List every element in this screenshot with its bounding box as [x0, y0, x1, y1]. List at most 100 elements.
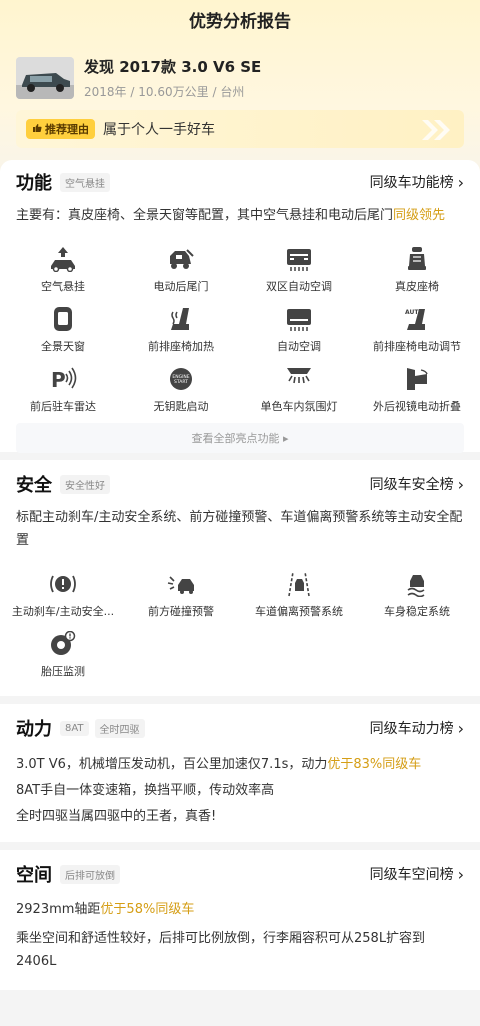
power-tag: 8AT [60, 720, 89, 736]
space-highlight: 优于58%同级车 [100, 902, 195, 917]
section-divider [0, 696, 480, 704]
seat-heating-icon [165, 305, 197, 333]
chevron-right-icon: › [457, 172, 464, 192]
feature-item[interactable]: 车道偏离预警系统 [240, 566, 358, 626]
feature-item[interactable]: ENGINE START 无钥匙启动 [122, 361, 240, 421]
feature-item[interactable]: 胎压监测 [4, 626, 122, 686]
chevron-right-icon: › [457, 718, 464, 738]
power-title: 动力 [16, 719, 52, 740]
svg-text:AUTO: AUTO [405, 309, 424, 316]
safety-rank-link[interactable]: 同级车安全榜 › [370, 474, 464, 494]
power-line: 8AT手自一体变速箱，换挡平顺，传动效率高 [16, 783, 275, 798]
car-year: 2018年 [84, 85, 127, 99]
function-rank-label: 同级车功能榜 [369, 175, 454, 191]
feature-item[interactable]: 前排座椅加热 [122, 301, 240, 361]
feature-item[interactable]: 全景天窗 [4, 301, 122, 361]
car-title: 发现 2017款 3.0 V6 SE [84, 58, 262, 76]
feature-item[interactable]: AUTO 前排座椅电动调节 [358, 301, 476, 361]
function-tag: 空气悬挂 [60, 172, 110, 192]
space-title: 空间 [16, 865, 52, 886]
space-line: 2923mm轴距优于58%同级车 [16, 898, 464, 921]
feature-item[interactable]: 单色车内氛围灯 [240, 361, 358, 421]
feature-label: 主动刹车/主动安全... [11, 605, 115, 618]
power-rank-link[interactable]: 同级车动力榜 › [370, 718, 464, 738]
safety-description: 标配主动刹车/主动安全系统、前方碰撞预警、车道偏离预警系统等主动安全配置 [16, 510, 463, 548]
feature-label: 外后视镜电动折叠 [373, 400, 461, 413]
feature-label: 电动后尾门 [153, 280, 209, 293]
power-tag: 全时四驱 [94, 718, 145, 738]
function-feature-grid: 空气悬挂 电动后尾门 双区自动空调 真皮座椅 全景天窗 前排座椅加热 自动空调 … [0, 241, 480, 421]
feature-item[interactable]: 主动刹车/主动安全... [4, 566, 122, 626]
car-city: 台州 [220, 85, 245, 99]
space-rank-link[interactable]: 同级车空间榜 › [370, 864, 464, 884]
dual-zone-ac-icon [283, 245, 315, 273]
tire-pressure-icon [47, 630, 79, 658]
feature-label: 前方碰撞预警 [148, 605, 214, 618]
section-divider [0, 452, 480, 460]
car-thumbnail [16, 57, 74, 99]
page-title: 优势分析报告 [189, 12, 291, 32]
function-description: 主要有：真皮座椅、全景天窗等配置，其中空气悬挂和电动后尾门同级领先 [0, 204, 480, 227]
keyless-start-icon: ENGINE START [165, 365, 197, 393]
active-brake-icon [47, 570, 79, 598]
power-line: 全时四驱当属四驱中的王者，真香! [16, 809, 217, 824]
feature-item[interactable]: 电动后尾门 [122, 241, 240, 301]
safety-title: 安全 [16, 475, 52, 496]
feature-label: 车道偏离预警系统 [255, 605, 343, 618]
feature-item[interactable]: 前方碰撞预警 [122, 566, 240, 626]
feature-item[interactable]: 空气悬挂 [4, 241, 122, 301]
ambient-light-icon [283, 365, 315, 393]
thumbs-up-icon [32, 123, 42, 136]
meta-separator: / [130, 85, 135, 99]
power-seat-icon: AUTO [401, 305, 433, 333]
safety-feature-grid: 主动刹车/主动安全... 前方碰撞预警 车道偏离预警系统 车身稳定系统 胎压监测 [0, 566, 480, 686]
function-rank-link[interactable]: 同级车功能榜 › [370, 172, 464, 192]
feature-item[interactable]: 外后视镜电动折叠 [358, 361, 476, 421]
recommend-text: 属于个人一手好车 [103, 122, 215, 138]
feature-label: 车身稳定系统 [384, 605, 450, 618]
power-line-text: 3.0T V6，机械增压发动机，百公里加速仅7.1s，动力 [16, 757, 328, 772]
chevron-right-icon: › [457, 474, 464, 494]
feature-item[interactable]: 自动空调 [240, 301, 358, 361]
power-rank-label: 同级车动力榜 [369, 721, 454, 737]
space-description: 2923mm轴距优于58%同级车 乘坐空间和舒适性较好，后排可比例放倒，行李厢容… [0, 898, 480, 973]
collision-warning-icon [165, 570, 197, 598]
chevron-right-icon: › [457, 864, 464, 884]
power-line: 3.0T V6，机械增压发动机，百公里加速仅7.1s，动力优于83%同级车 [16, 752, 464, 778]
feature-label: 全景天窗 [41, 340, 85, 353]
safety-rank-label: 同级车安全榜 [369, 477, 454, 493]
function-title: 功能 [16, 173, 52, 194]
safety-tag: 安全性好 [60, 474, 110, 494]
feature-label: 单色车内氛围灯 [260, 400, 338, 413]
svg-text:START: START [174, 379, 188, 385]
power-description: 3.0T V6，机械增压发动机，百公里加速仅7.1s，动力优于83%同级车 8A… [0, 752, 480, 830]
panoramic-sunroof-icon [47, 305, 79, 333]
car-meta: 2018年 / 10.60万公里 / 台州 [84, 83, 261, 100]
feature-label: 胎压监测 [41, 665, 85, 678]
car-mileage: 10.60万公里 [138, 85, 209, 99]
feature-item[interactable]: P 前后驻车雷达 [4, 361, 122, 421]
feature-label: 前排座椅加热 [148, 340, 214, 353]
leather-seat-icon [401, 245, 433, 273]
space-line-text: 2923mm轴距 [16, 902, 101, 917]
feature-item[interactable]: 双区自动空调 [240, 241, 358, 301]
space-tag: 后排可放倒 [60, 864, 120, 884]
feature-label: 空气悬挂 [41, 280, 85, 293]
recommend-badge: 推荐理由 [26, 119, 95, 139]
feature-label: 前后驻车雷达 [30, 400, 96, 413]
function-desc-text: 主要有：真皮座椅、全景天窗等配置，其中空气悬挂和电动后尾门 [16, 208, 394, 223]
space-line: 乘坐空间和舒适性较好，后排可比例放倒，行李厢容积可从258L扩容到2406L [16, 931, 426, 969]
feature-item[interactable]: 车身稳定系统 [358, 566, 476, 626]
feature-item[interactable]: 真皮座椅 [358, 241, 476, 301]
view-all-features-button[interactable]: 查看全部亮点功能 ▸ [16, 423, 464, 453]
lane-departure-icon [283, 570, 315, 598]
meta-separator: / [212, 85, 217, 99]
feature-label: 无钥匙启动 [153, 400, 209, 413]
space-section: 空间 后排可放倒 同级车空间榜 › 2923mm轴距优于58%同级车 乘坐空间和… [0, 850, 480, 990]
car-summary[interactable]: 发现 2017款 3.0 V6 SE 2018年 / 10.60万公里 / 台州 [0, 49, 480, 107]
air-suspension-icon [47, 245, 79, 273]
function-section: 功能 空气悬挂 同级车功能榜 › 主要有：真皮座椅、全景天窗等配置，其中空气悬挂… [0, 160, 480, 453]
mirror-fold-icon [401, 365, 433, 393]
power-tailgate-icon [165, 245, 197, 273]
space-rank-label: 同级车空间榜 [369, 867, 454, 883]
